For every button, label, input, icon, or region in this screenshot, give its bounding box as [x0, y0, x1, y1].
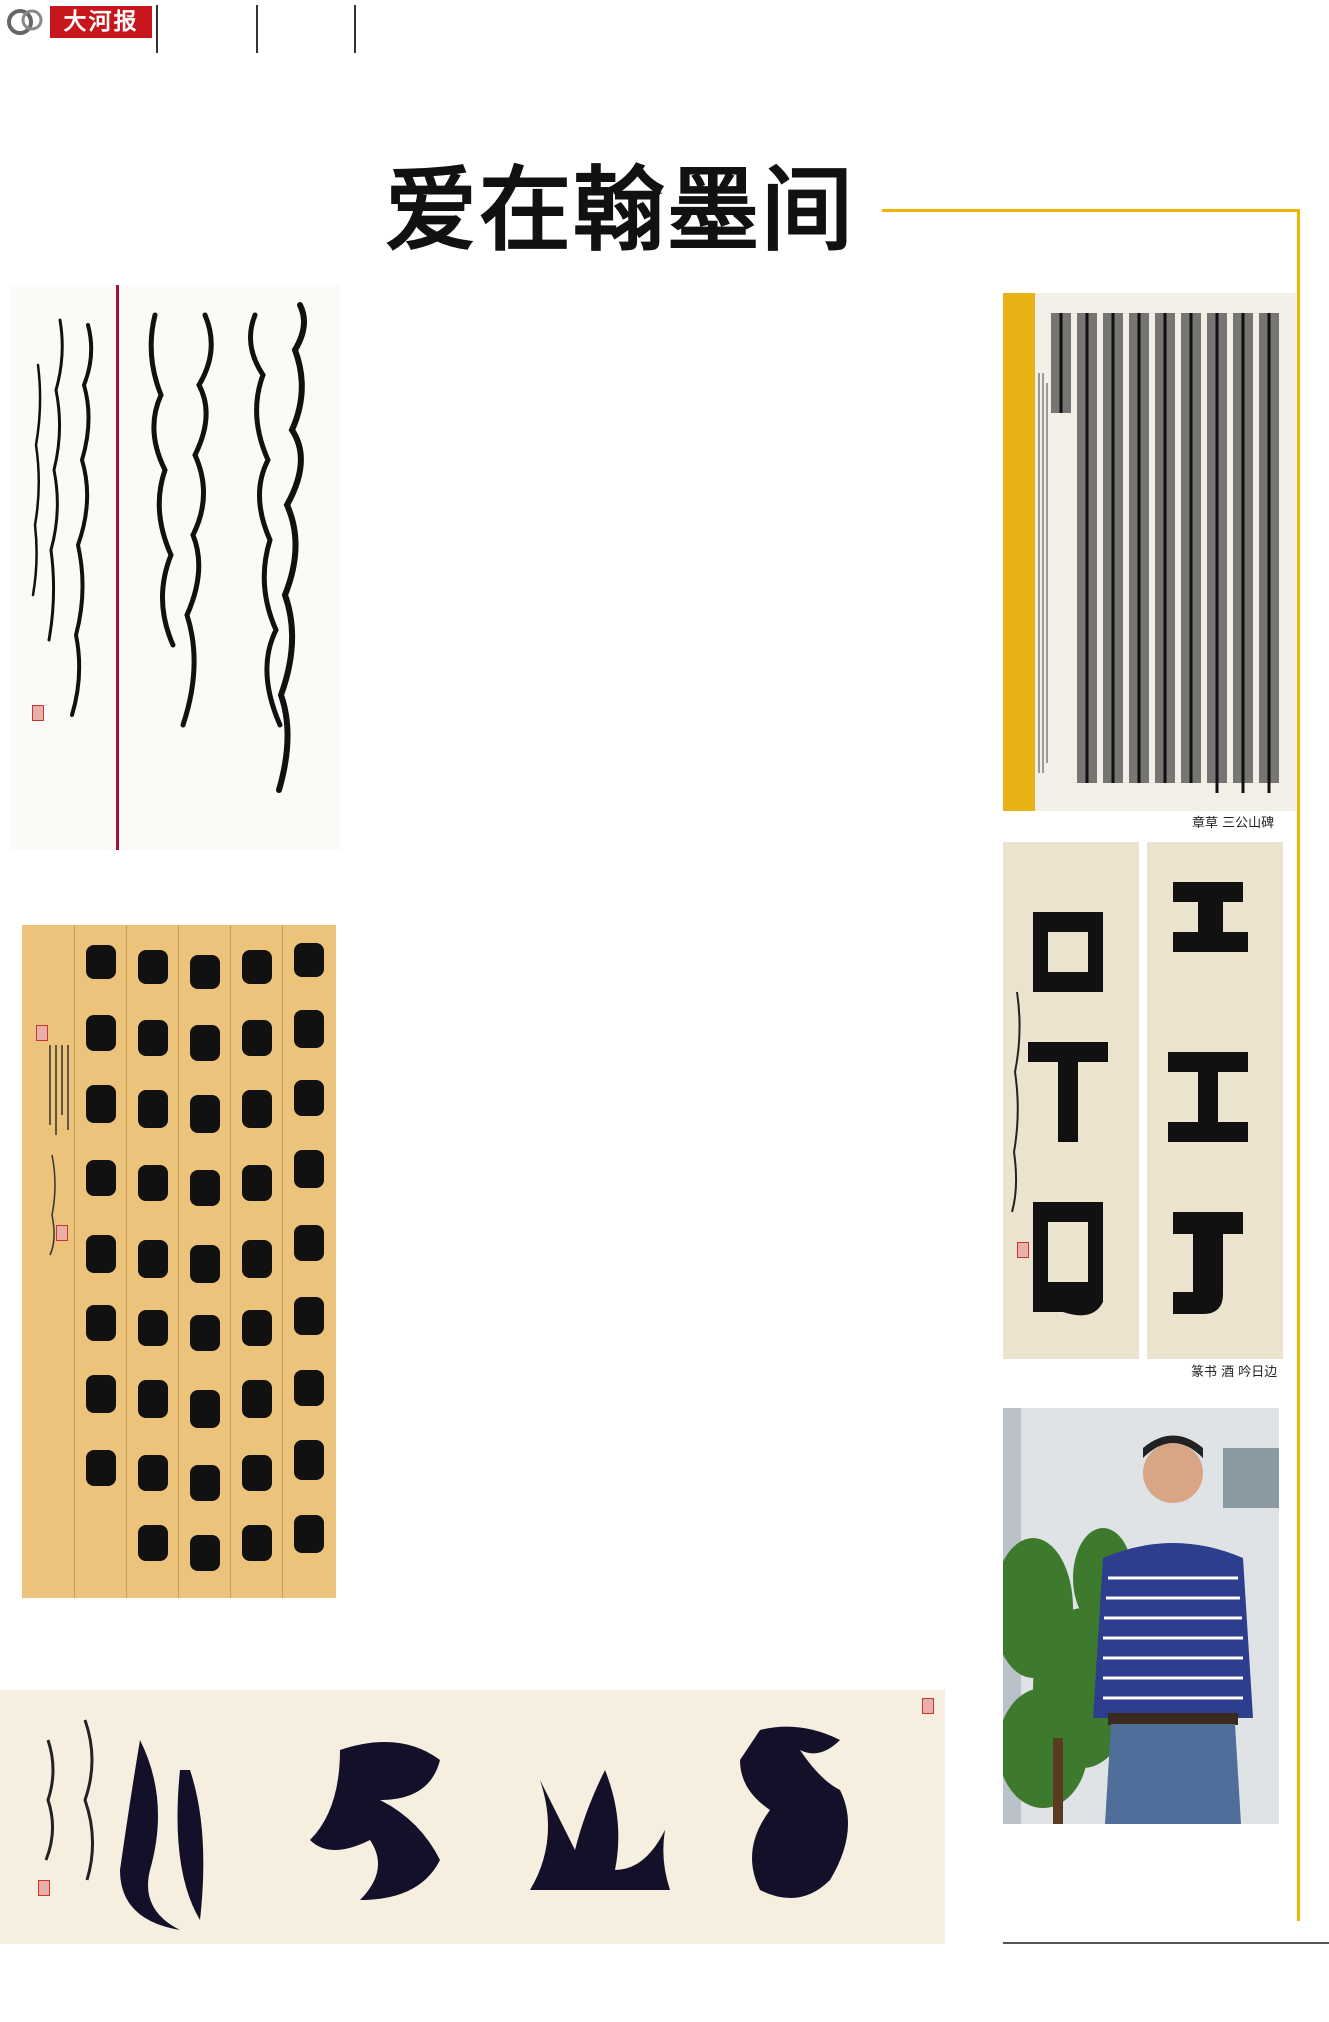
calligraphy-clerical-artwork	[1003, 293, 1296, 811]
artist-portrait-photo	[1003, 1408, 1279, 1824]
calligraphy-couplet-artwork	[1003, 842, 1283, 1359]
couplet-strokes	[1011, 882, 1248, 1316]
page-title: 爱在翰墨间	[385, 157, 856, 264]
portrait-illustration	[1003, 1408, 1279, 1824]
clerical-strokes	[1038, 313, 1279, 793]
side-rule	[1297, 209, 1300, 1921]
calligraphy-seal-script-artwork	[22, 925, 336, 1598]
calligraphy-banner-artwork	[0, 1690, 945, 1944]
title-rule	[882, 209, 1300, 212]
header-divider	[156, 5, 158, 53]
seal-stamp	[922, 1698, 934, 1714]
seal-stamp	[32, 705, 44, 721]
seal-stamp	[56, 1225, 68, 1241]
artwork-caption: 篆书 酒 吟日边	[1191, 1365, 1278, 1380]
seal-script-strokes	[49, 943, 324, 1571]
artwork-caption: 章草 三公山碑	[1192, 816, 1275, 831]
header-divider	[354, 5, 356, 53]
seal-stamp	[1017, 1242, 1029, 1258]
footer-rule	[1003, 1942, 1329, 1944]
seal-stamp	[38, 1880, 50, 1896]
cursive-strokes	[31, 302, 307, 793]
calligraphy-cursive-artwork	[10, 285, 340, 850]
seal-stamp	[36, 1025, 48, 1041]
newspaper-logo[interactable]: 大河报	[50, 6, 152, 38]
header-divider	[256, 5, 258, 53]
logo-swirl-icon	[7, 9, 43, 35]
banner-strokes	[44, 1719, 848, 1930]
